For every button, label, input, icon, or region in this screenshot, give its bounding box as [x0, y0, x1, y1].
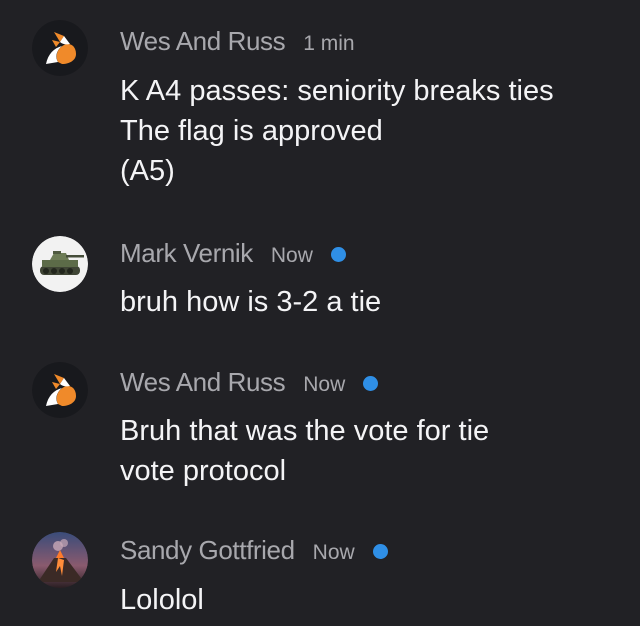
message-line: Lololol — [120, 584, 204, 616]
message-line: bruh how is 3-2 a tie — [120, 286, 382, 318]
message-text: Lololol — [120, 580, 630, 620]
author-name[interactable]: Mark Vernik — [120, 238, 253, 269]
timestamp: 1 min — [303, 32, 355, 55]
avatar-sandy-gottfried[interactable] — [32, 532, 88, 588]
message-line: The flag is approved — [120, 115, 383, 147]
author-name[interactable]: Wes And Russ — [120, 26, 286, 57]
unread-indicator-dot — [363, 375, 379, 391]
message-text: bruh how is 3-2 a tie — [120, 282, 630, 322]
timestamp: Now — [312, 541, 355, 564]
fox-logo-icon — [32, 20, 88, 76]
unread-indicator-dot — [330, 246, 346, 262]
author-name[interactable]: Wes And Russ — [120, 367, 286, 398]
fox-logo-icon — [32, 362, 88, 418]
message-list: Wes And Russ 1 min K A4 passes: seniorit… — [0, 0, 640, 626]
volcano-icon — [32, 532, 88, 588]
timestamp: Now — [270, 244, 313, 267]
message-text: K A4 passes: seniority breaks ties The f… — [120, 71, 630, 191]
tank-icon — [32, 236, 88, 292]
message-line: vote protocol — [120, 455, 287, 487]
avatar-wes-and-russ[interactable] — [32, 362, 88, 418]
avatar-wes-and-russ[interactable] — [32, 20, 88, 76]
timestamp: Now — [303, 373, 346, 396]
avatar-mark-vernik[interactable] — [32, 236, 88, 292]
author-name[interactable]: Sandy Gottfried — [120, 535, 295, 566]
message-line: K A4 passes: seniority breaks ties — [120, 75, 554, 107]
message-text: Bruh that was the vote for tie vote prot… — [120, 411, 630, 491]
message-line: (A5) — [120, 155, 175, 187]
message-line: Bruh that was the vote for tie — [120, 415, 490, 447]
unread-indicator-dot — [372, 543, 388, 559]
